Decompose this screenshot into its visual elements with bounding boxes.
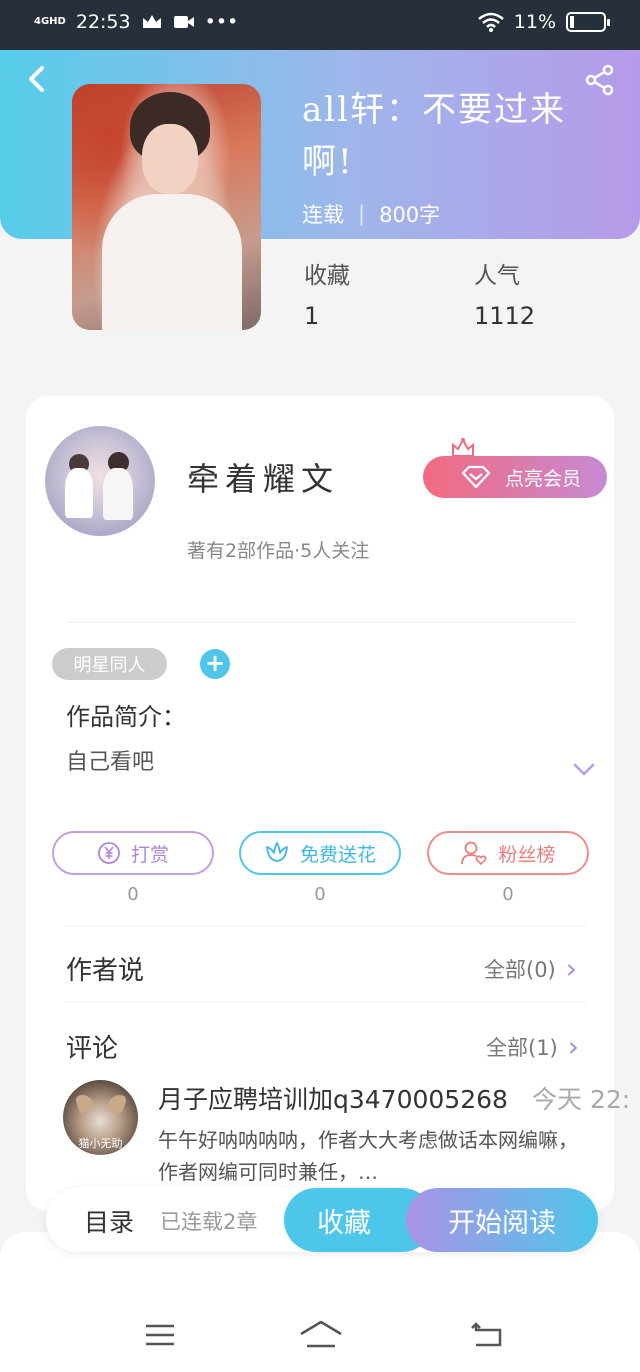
yen-coin-icon	[98, 842, 120, 864]
more-notifications-icon: •••	[204, 11, 239, 33]
back-nav-icon[interactable]	[468, 1318, 508, 1352]
author-says-all-label: 全部(0)	[484, 957, 556, 982]
commenter-avatar[interactable]: 猫小无助	[63, 1080, 138, 1155]
author-name[interactable]: 牵着耀文	[187, 454, 339, 500]
fans-ranking-button[interactable]: 粉丝榜	[427, 831, 589, 875]
comment-time: 今天 22:	[532, 1085, 631, 1114]
flower-icon	[266, 842, 288, 862]
author-avatar[interactable]	[45, 426, 155, 536]
category-tag[interactable]: 明星同人	[52, 648, 167, 680]
reward-button[interactable]: 打赏	[52, 831, 214, 875]
start-reading-button[interactable]: 开始阅读	[406, 1188, 598, 1252]
fans-count: 0	[502, 884, 514, 905]
clock: 22:53	[75, 11, 131, 33]
chevron-down-icon[interactable]	[572, 762, 596, 778]
home-icon[interactable]	[298, 1318, 344, 1352]
send-flower-label: 免费送花	[299, 843, 376, 866]
battery-icon	[566, 12, 610, 32]
video-icon	[173, 16, 194, 28]
popularity-value: 1112	[474, 302, 536, 330]
avatar-caption: 猫小无助	[78, 1137, 123, 1150]
book-cover[interactable]	[72, 84, 261, 330]
flower-count: 0	[314, 884, 326, 905]
author-says-all-link[interactable]: 全部(0) ›	[484, 952, 577, 985]
menu-icon[interactable]	[140, 1318, 180, 1352]
add-tag-button[interactable]: +	[200, 649, 230, 679]
vip-button-label: 点亮会员	[504, 467, 581, 490]
back-button[interactable]	[22, 62, 52, 96]
status-right: 11%	[477, 11, 610, 33]
meta-divider: |	[358, 202, 366, 226]
author-info: 著有2部作品·5人关注	[187, 540, 370, 562]
book-meta: 连载 | 800字	[302, 199, 440, 229]
vip-button[interactable]: 点亮会员	[423, 456, 607, 498]
diamond-icon	[461, 465, 491, 489]
comments-all-link[interactable]: 全部(1) ›	[486, 1030, 579, 1063]
favorites-label: 收藏	[304, 263, 350, 289]
word-count: 800字	[379, 203, 441, 227]
comments-all-label: 全部(1)	[486, 1035, 558, 1060]
reward-label: 打赏	[130, 843, 169, 866]
fans-ranking-label: 粉丝榜	[498, 843, 556, 866]
intro-label: 作品简介：	[66, 703, 186, 731]
wifi-icon	[477, 12, 504, 32]
author-says-title: 作者说	[66, 956, 145, 986]
chevron-right-icon: ›	[565, 952, 577, 985]
network-indicator: 4GHD	[34, 16, 66, 27]
chevron-right-icon: ›	[567, 1030, 579, 1063]
intro-text: 自己看吧	[66, 750, 155, 775]
status-bar: 4GHD 22:53 ••• 11%	[0, 0, 640, 50]
comment-text[interactable]: 午午好呐呐呐呐，作者大大考虑做话本网编嘛，作者网编可同时兼任，…	[158, 1124, 578, 1188]
divider	[66, 925, 586, 926]
comments-title: 评论	[66, 1034, 119, 1064]
reward-count: 0	[127, 884, 139, 905]
chapter-count: 已连载2章	[160, 1210, 258, 1234]
chevron-left-icon	[29, 66, 44, 92]
status-left: 4GHD 22:53 •••	[34, 11, 238, 33]
popularity-label: 人气	[474, 263, 520, 289]
user-heart-icon	[461, 841, 487, 866]
crown-icon	[142, 15, 161, 28]
book-status: 连载	[302, 203, 344, 227]
toc-button[interactable]: 目录	[84, 1203, 134, 1239]
favorites-value: 1	[304, 302, 320, 330]
book-title: all轩：不要过来啊!	[302, 90, 567, 182]
send-flower-button[interactable]: 免费送花	[239, 831, 401, 875]
divider	[66, 622, 576, 623]
divider	[66, 1002, 586, 1003]
battery-percent: 11%	[513, 11, 556, 33]
